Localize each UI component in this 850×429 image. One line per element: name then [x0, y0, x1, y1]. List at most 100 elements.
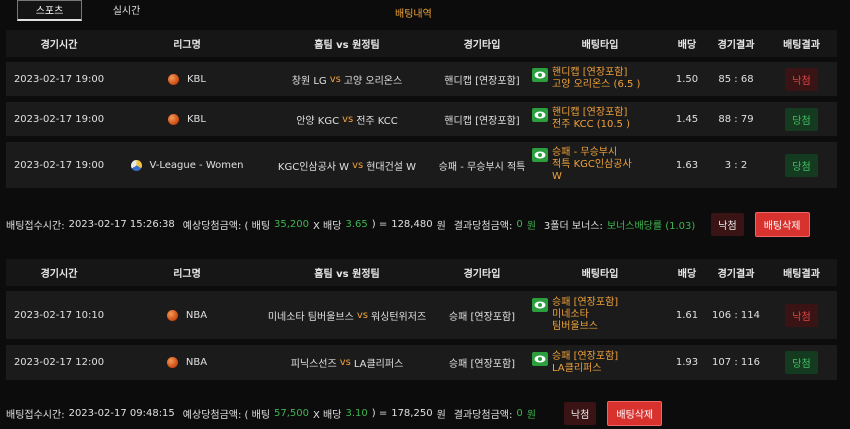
slip-status-badge: 낙첨 — [711, 212, 744, 236]
bonus-value: 보너스배당률 (1.03) — [606, 220, 696, 232]
table-row: 2023-02-17 12:00 NBA 피닉스선즈 vs LA클리퍼스 승패 [연… — [6, 345, 837, 380]
league-cell: V-League - Women — [112, 142, 262, 188]
tab-bar: 스포츠 실시간 — [17, 0, 159, 23]
score-value: 107 : 116 — [712, 357, 760, 368]
game-type: 승패 [연장포함] — [448, 359, 516, 370]
header-league: 리그명 — [173, 40, 201, 51]
equals-label: ) = — [371, 407, 388, 419]
received-label: 배팅접수시간: — [6, 220, 65, 232]
league-cell: NBA — [112, 345, 262, 380]
home-team: 미네소타 팀버울브스 — [267, 311, 354, 323]
expected-label: 예상당첨금액: ( 배팅 — [182, 409, 271, 421]
bet-type-line: 핸디캡 [연장포함] — [552, 67, 628, 78]
header-odds: 배당 — [677, 40, 697, 51]
tab-live[interactable]: 실시간 — [94, 0, 159, 21]
league-cell: KBL — [112, 62, 262, 96]
bet-type-line: 승패 - 무승부시 — [552, 147, 618, 158]
received-time: 2023-02-17 09:48:15 — [68, 407, 175, 419]
result-badge: 낙첨 — [785, 303, 818, 327]
received-time: 2023-02-17 15:26:38 — [68, 218, 175, 230]
match-cell: 창원 LG vs 고양 오리온스 — [262, 62, 432, 96]
result-badge: 당첨 — [785, 107, 818, 131]
odds-label: X 배당 — [313, 409, 342, 421]
tab-sports[interactable]: 스포츠 — [17, 0, 82, 21]
result-amount-label: 결과당첨금액: — [453, 409, 513, 421]
header-score: 경기결과 — [717, 40, 755, 51]
header-result: 배팅결과 — [783, 269, 820, 280]
league-name: KBL — [187, 73, 206, 85]
score-value: 3 : 2 — [724, 159, 748, 171]
odds-label: X 배당 — [313, 220, 342, 232]
bet-pick-line: 적특 KGC인삼공사 — [552, 159, 632, 170]
volleyball-icon — [130, 159, 142, 171]
bet-type-cell: 승패 [연장포함] LA클리퍼스 — [532, 345, 668, 380]
result-amount: 0 — [516, 218, 523, 230]
bet-type-cell: 핸디캡 [연장포함] 전주 KCC (10.5 ) — [532, 102, 668, 136]
match-time: 2023-02-17 12:00 — [13, 357, 105, 368]
slip-summary: 배팅접수시간: 2023-02-17 09:48:15 예상당첨금액: ( 배팅… — [6, 400, 663, 426]
header-game-type: 경기타입 — [463, 269, 501, 280]
bet-pick-line: W — [552, 171, 562, 182]
away-team: LA클리퍼스 — [353, 359, 404, 370]
header-bet-type: 배팅타입 — [581, 40, 619, 51]
league-name: NBA — [185, 357, 208, 368]
eye-icon[interactable] — [532, 148, 548, 162]
expected-amount: 128,480 — [391, 218, 433, 230]
bet-pick-line: LA클리퍼스 — [552, 362, 602, 374]
odds-value: 1.93 — [675, 357, 699, 368]
eye-icon[interactable] — [532, 298, 548, 312]
away-team: 고양 오리온스 — [343, 75, 403, 87]
result-badge: 낙첨 — [785, 67, 818, 91]
result-badge: 당첨 — [785, 153, 818, 177]
slip-summary: 배팅접수시간: 2023-02-17 15:26:38 예상당첨금액: ( 배팅… — [6, 211, 810, 237]
league-cell: NBA — [112, 291, 262, 339]
result-cell: 낙첨 — [766, 291, 837, 339]
delete-bet-button[interactable]: 배팅삭제 — [607, 400, 663, 426]
game-type: 승패 - 무승부시 적특 — [438, 161, 526, 173]
vs-label: vs — [352, 159, 364, 171]
won-label: 원 — [526, 409, 536, 421]
bonus-label: 3폴더 보너스: — [543, 220, 603, 232]
header-bet-type: 배팅타입 — [581, 269, 619, 280]
league-name: NBA — [185, 309, 208, 321]
vs-label: vs — [356, 309, 368, 321]
delete-bet-button[interactable]: 배팅삭제 — [754, 211, 810, 237]
league-name: KBL — [187, 113, 206, 125]
match-time: 2023-02-17 19:00 — [13, 73, 105, 85]
score-value: 106 : 114 — [712, 309, 760, 321]
away-team: 워싱턴위저즈 — [370, 311, 427, 323]
eye-icon[interactable] — [532, 108, 548, 122]
header-score: 경기결과 — [717, 269, 755, 280]
header-league: 리그명 — [173, 269, 201, 280]
table-header: 경기시간 리그명 홈팀 vs 원정팀 경기타입 배팅타입 배당 경기결과 배팅결… — [6, 30, 837, 57]
bet-type-cell: 핸디캡 [연장포함] 고양 오리온스 (6.5 ) — [532, 62, 668, 96]
total-odds: 3.10 — [345, 407, 368, 419]
odds-value: 1.45 — [675, 113, 699, 125]
header-match: 홈팀 vs 원정팀 — [314, 40, 380, 51]
score-value: 88 : 79 — [718, 113, 754, 125]
expected-label: 예상당첨금액: ( 배팅 — [182, 220, 271, 232]
table-header: 경기시간 리그명 홈팀 vs 원정팀 경기타입 배팅타입 배당 경기결과 배팅결… — [6, 259, 837, 286]
game-type: 핸디캡 [연장포함] — [444, 115, 520, 127]
home-team: 안양 KGC — [296, 115, 340, 127]
result-amount-label: 결과당첨금액: — [453, 220, 513, 232]
header-time: 경기시간 — [40, 269, 78, 280]
odds-value: 1.63 — [675, 159, 699, 171]
away-team: 전주 KCC — [356, 115, 398, 127]
home-team: KGC인삼공사 W — [277, 161, 350, 173]
table-row: 2023-02-17 10:10 NBA 미네소타 팀버울브스 vs 워싱턴위저즈 … — [6, 291, 837, 339]
vs-label: vs — [329, 73, 341, 85]
header-game-type: 경기타입 — [463, 40, 501, 51]
home-team: 창원 LG — [291, 75, 327, 87]
vs-label: vs — [339, 357, 351, 368]
eye-icon[interactable] — [532, 351, 548, 366]
header-time: 경기시간 — [40, 40, 78, 51]
expected-amount: 178,250 — [391, 407, 433, 419]
odds-value: 1.50 — [675, 73, 699, 85]
header-result: 배팅결과 — [783, 40, 820, 51]
bet-pick-line: 고양 오리온스 (6.5 ) — [552, 79, 641, 90]
eye-icon[interactable] — [532, 68, 548, 82]
won-label: 원 — [436, 409, 446, 421]
basketball-icon — [166, 357, 178, 368]
bet-type-line: 핸디캡 [연장포함] — [552, 107, 628, 118]
